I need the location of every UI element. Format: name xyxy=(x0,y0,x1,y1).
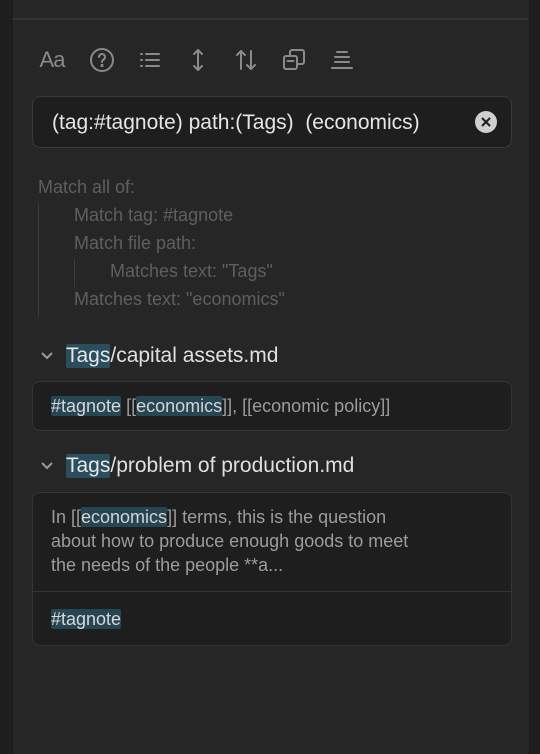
tag-match: #tagnote xyxy=(51,609,122,629)
explain-matches-economics: Matches text: "economics" xyxy=(74,289,285,309)
search-result-card: In [[economics]] terms, this is the ques… xyxy=(32,492,512,646)
copy-icon xyxy=(283,49,305,70)
file-name: /problem of production.md xyxy=(110,454,355,477)
search-input[interactable] xyxy=(50,97,464,147)
explain-search-button[interactable] xyxy=(324,42,360,78)
search-toolbar: Aa xyxy=(36,42,372,78)
explain-matches-tags: Matches text: "Tags" xyxy=(110,261,273,281)
para-text: the needs of the people **a... xyxy=(51,555,284,575)
explain-match-tag: Match tag: #tagnote xyxy=(74,205,234,225)
link-text: ]], [[economic policy]] xyxy=(222,396,391,416)
collapse-results-button[interactable] xyxy=(132,42,168,78)
search-result-file[interactable]: Tags/problem of production.md xyxy=(40,451,354,481)
search-match-line[interactable]: #tagnote [[economics]], [[economic polic… xyxy=(33,382,511,430)
search-match-paragraph[interactable]: In [[economics]] terms, this is the ques… xyxy=(33,493,511,591)
para-text: about how to produce enough goods to mee… xyxy=(51,531,409,551)
tag-match: #tagnote xyxy=(51,396,122,416)
match-case-icon: Aa xyxy=(39,47,66,72)
match-case-button[interactable]: Aa xyxy=(36,42,68,78)
keyword-match: economics xyxy=(81,507,168,527)
pane-divider xyxy=(12,18,528,20)
chevron-down-icon[interactable] xyxy=(40,349,54,363)
link-bracket: [[ xyxy=(121,396,137,416)
search-box xyxy=(32,96,512,148)
clear-search-button[interactable] xyxy=(475,111,497,133)
search-match-line[interactable]: #tagnote xyxy=(33,592,511,645)
chevron-down-icon[interactable] xyxy=(40,459,54,473)
copy-results-button[interactable] xyxy=(276,42,312,78)
search-result-file[interactable]: Tags/capital assets.md xyxy=(40,341,278,371)
sort-icon xyxy=(236,50,256,70)
help-circle-icon xyxy=(90,48,114,72)
clear-circle-icon xyxy=(481,117,491,127)
explain-match-path: Match file path: xyxy=(74,233,197,253)
search-result-card: #tagnote [[economics]], [[economic polic… xyxy=(32,381,512,431)
file-name-match: Tags xyxy=(66,454,111,478)
align-icon xyxy=(331,51,353,69)
file-name: /capital assets.md xyxy=(110,344,279,367)
expand-vertical-icon xyxy=(193,49,203,71)
explain-match-all: Match all of: xyxy=(38,177,136,197)
list-icon xyxy=(140,53,160,67)
file-name-match: Tags xyxy=(66,344,111,368)
show-more-context-button[interactable] xyxy=(180,42,216,78)
para-text: ]] terms, this is the question xyxy=(167,507,387,527)
sort-button[interactable] xyxy=(228,42,264,78)
para-text: In [[ xyxy=(51,507,82,527)
keyword-match: economics xyxy=(136,396,223,416)
search-explanation: Match all of: Match tag: #tagnote Match … xyxy=(38,176,285,316)
help-button[interactable] xyxy=(84,42,120,78)
